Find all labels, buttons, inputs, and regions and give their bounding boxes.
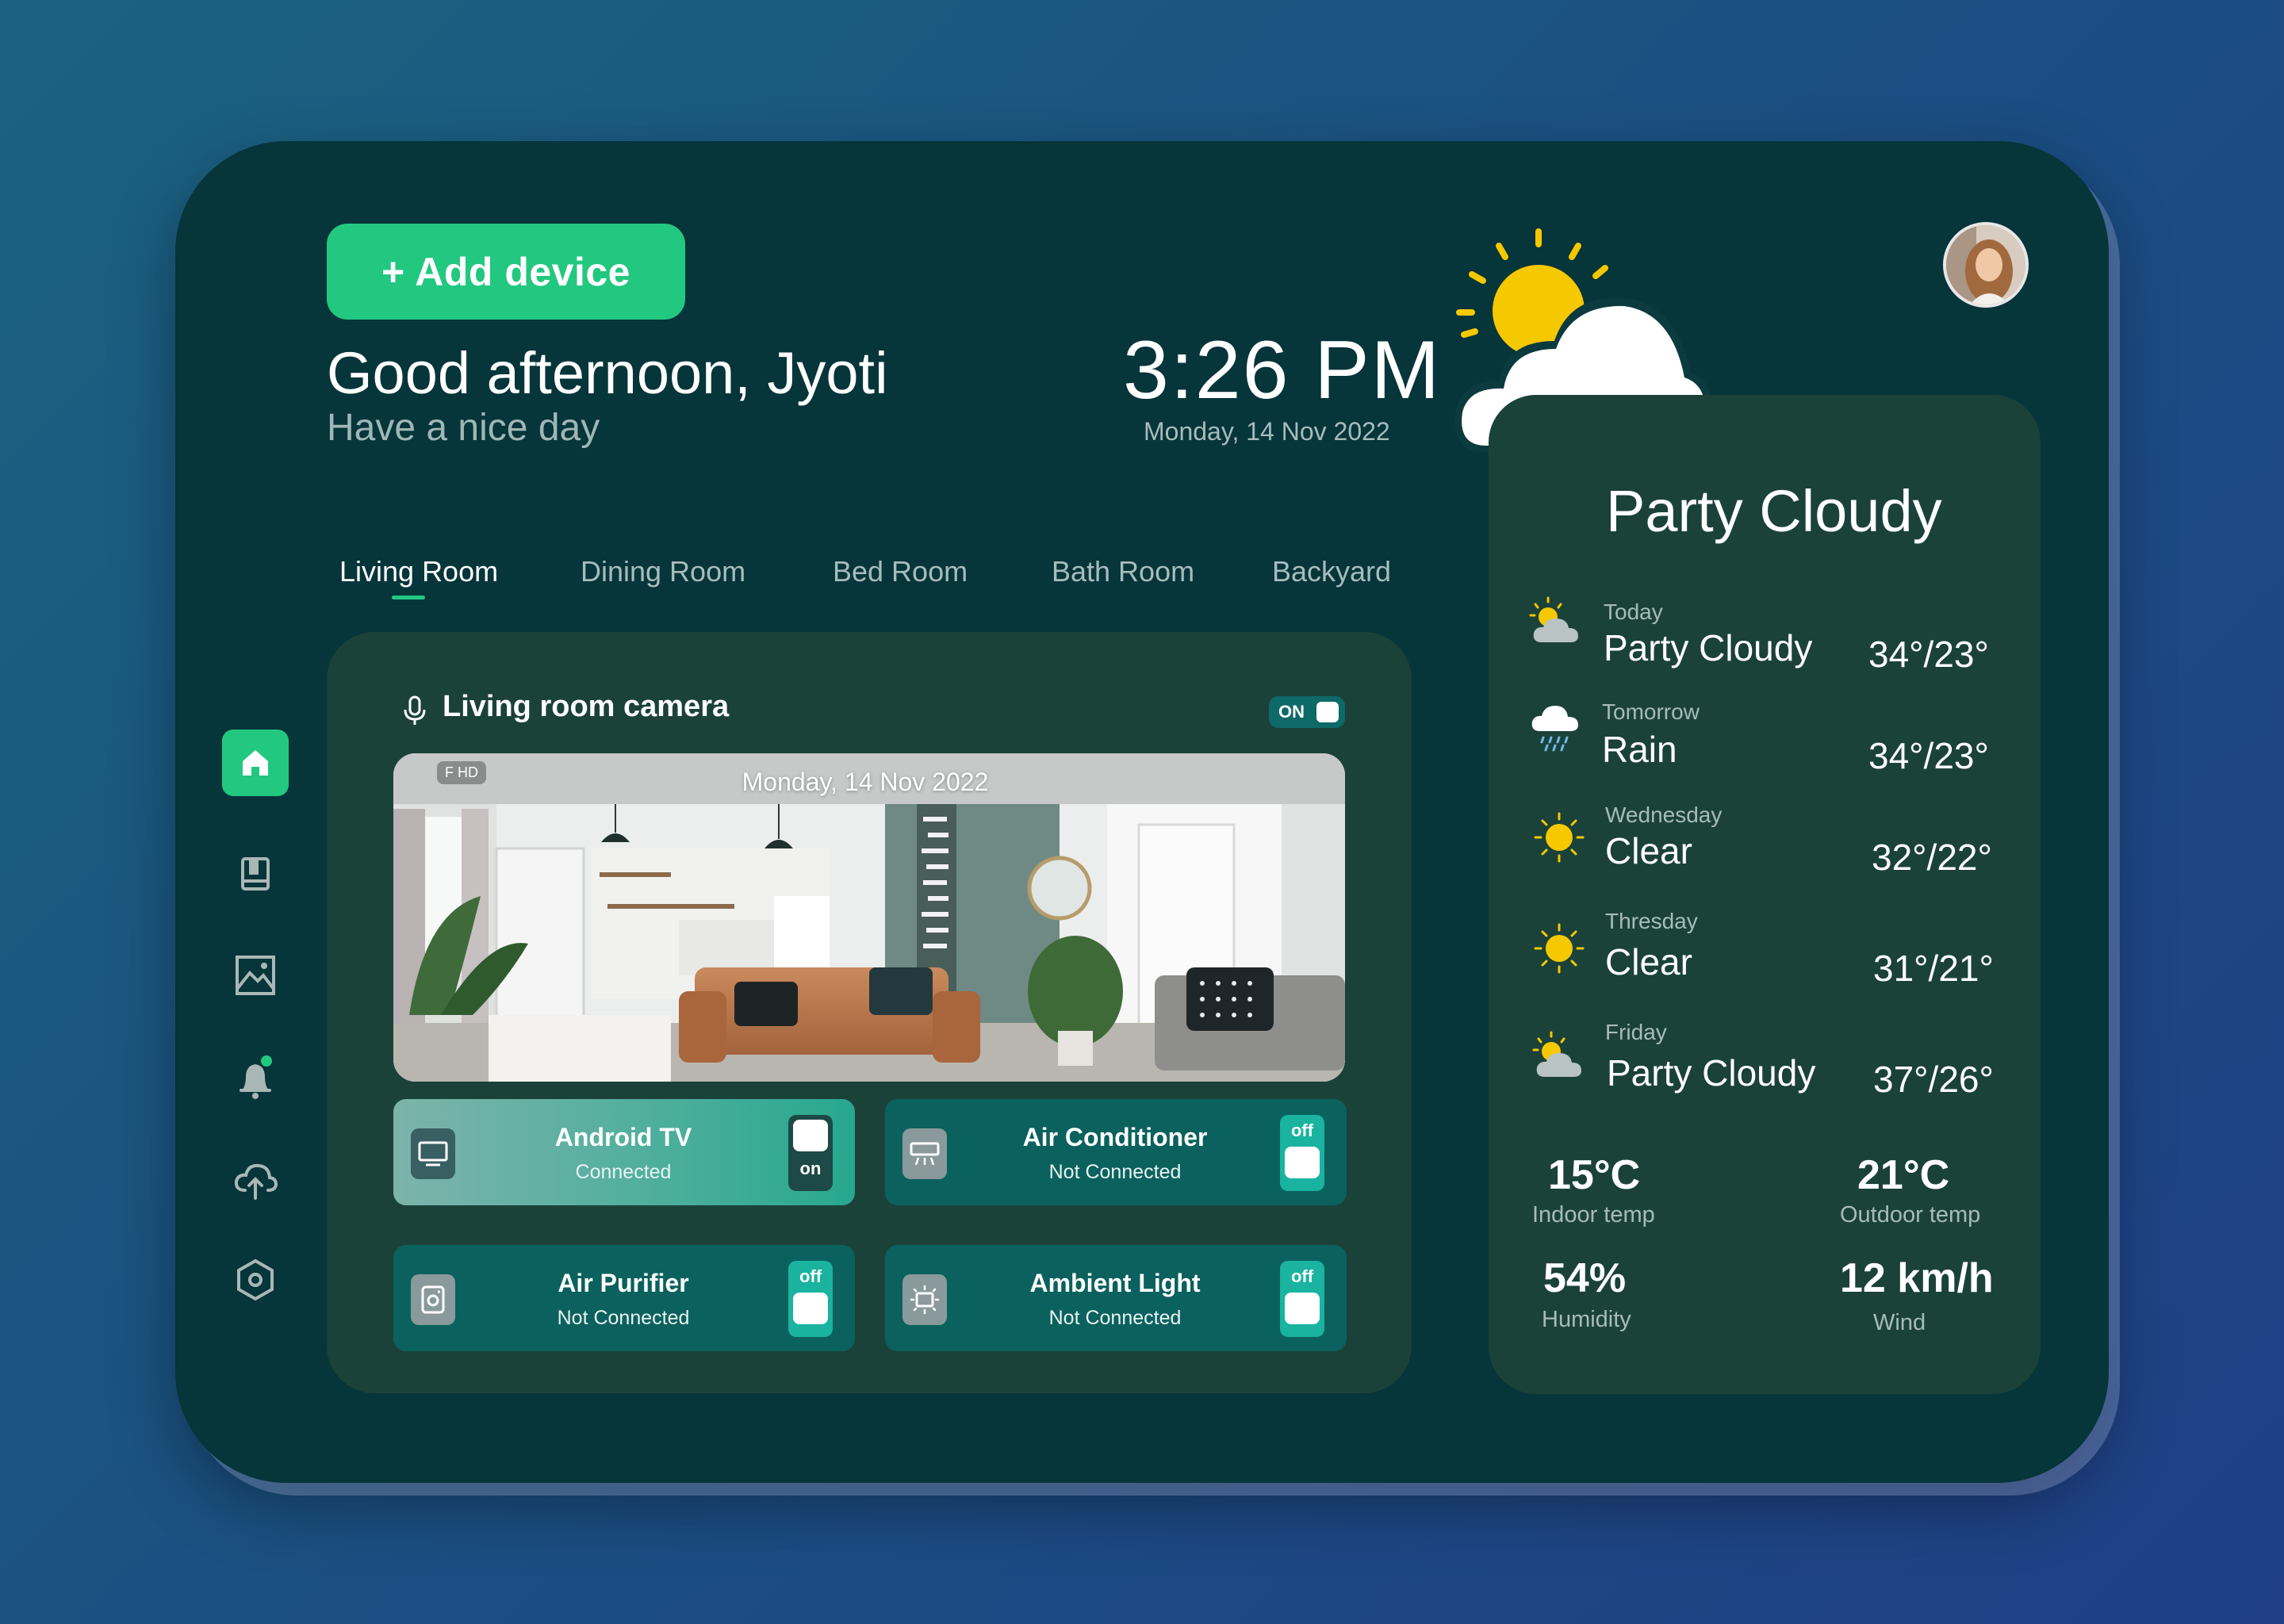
- sidebar-item-notifications[interactable]: [222, 1044, 289, 1110]
- add-device-button[interactable]: + Add device: [327, 224, 685, 320]
- forecast-day: Today: [1604, 599, 1663, 624]
- device-card-air-conditioner[interactable]: Air Conditioner Not Connected off: [885, 1099, 1347, 1205]
- tab-backyard[interactable]: Backyard: [1272, 555, 1391, 588]
- sidebar-item-settings[interactable]: [222, 1247, 289, 1313]
- switch-knob: [1285, 1147, 1320, 1178]
- forecast-condition: Clear: [1605, 830, 1692, 871]
- device-status: Not Connected: [557, 1307, 690, 1329]
- partly-cloudy-icon: [1532, 1031, 1581, 1077]
- weather-card: [1489, 395, 2041, 1394]
- outdoor-temp-value: 21°C: [1857, 1152, 1950, 1198]
- device-status: Connected: [575, 1161, 672, 1183]
- tab-living-room[interactable]: Living Room: [339, 555, 498, 588]
- switch-knob: [793, 1293, 828, 1324]
- camera-toggle-label: ON: [1278, 702, 1305, 722]
- device-card-ambient-light[interactable]: Ambient Light Not Connected off: [885, 1245, 1347, 1351]
- partly-cloudy-icon: [1529, 596, 1578, 642]
- clock-date: Monday, 14 Nov 2022: [1144, 417, 1390, 446]
- switch-label: off: [799, 1266, 822, 1286]
- sidebar-item-book[interactable]: [222, 841, 289, 907]
- forecast-temp: 32°/22°: [1872, 837, 1992, 878]
- device-name: Ambient Light: [1029, 1269, 1201, 1297]
- greeting-subtitle: Have a nice day: [327, 407, 600, 449]
- switch-label: off: [1290, 1120, 1314, 1140]
- switch-label: on: [799, 1159, 822, 1178]
- device-status: Not Connected: [1048, 1307, 1182, 1329]
- cloud-upload-icon: [234, 1163, 278, 1200]
- avatar[interactable]: [1943, 222, 2029, 308]
- tab-dining-room[interactable]: Dining Room: [581, 555, 745, 588]
- device-switch[interactable]: on: [788, 1115, 833, 1191]
- bell-icon: [240, 1055, 272, 1099]
- microphone-icon[interactable]: [401, 695, 428, 726]
- camera-title: Living room camera: [443, 690, 730, 723]
- sidebar-item-home[interactable]: [222, 730, 289, 796]
- humidity-label: Humidity: [1542, 1307, 1631, 1332]
- forecast-temp: 37°/26°: [1873, 1059, 1994, 1100]
- sun-icon: [1534, 812, 1585, 863]
- rain-icon: [1531, 706, 1578, 752]
- wind-value: 12 km/h: [1840, 1255, 1994, 1301]
- settings-hex-icon: [237, 1258, 274, 1301]
- clock-time: 3:26 PM: [1123, 324, 1442, 416]
- tab-bath-room[interactable]: Bath Room: [1052, 555, 1194, 588]
- device-name: Air Conditioner: [1022, 1123, 1208, 1151]
- switch-label: off: [1290, 1266, 1314, 1286]
- device-card-android-tv[interactable]: Android TV Connected on: [393, 1099, 855, 1205]
- home-icon: [243, 750, 268, 776]
- device-status: Not Connected: [1048, 1161, 1182, 1183]
- air-conditioner-icon: [902, 1128, 947, 1179]
- sun-icon: [1534, 923, 1585, 974]
- forecast-temp: 31°/21°: [1873, 948, 1994, 989]
- forecast-temp: 34°/23°: [1868, 634, 1989, 675]
- camera-overlay-date: Monday, 14 Nov 2022: [742, 768, 989, 796]
- book-icon: [241, 857, 270, 891]
- greeting-text: Good afternoon, Jyoti: [327, 340, 888, 406]
- camera-feed[interactable]: F HD Monday, 14 Nov 2022: [393, 753, 1345, 1082]
- image-icon: [236, 956, 275, 995]
- sidebar-item-gallery[interactable]: [222, 942, 289, 1009]
- tab-bed-room[interactable]: Bed Room: [833, 555, 968, 588]
- forecast-condition: Clear: [1605, 941, 1692, 982]
- indoor-temp-value: 15°C: [1548, 1152, 1641, 1198]
- forecast-condition: Party Cloudy: [1607, 1052, 1816, 1094]
- forecast-day: Tomorrow: [1602, 699, 1700, 724]
- device-name: Android TV: [554, 1123, 692, 1151]
- device-switch[interactable]: off: [1280, 1115, 1324, 1191]
- humidity-value: 54%: [1543, 1255, 1627, 1301]
- forecast-condition: Rain: [1602, 729, 1677, 770]
- forecast-condition: Party Cloudy: [1604, 627, 1813, 668]
- switch-knob: [1285, 1293, 1320, 1324]
- tv-icon: [411, 1128, 455, 1179]
- device-card-air-purifier[interactable]: Air Purifier Not Connected off: [393, 1245, 855, 1351]
- forecast-day: Thresday: [1605, 909, 1698, 933]
- device-switch[interactable]: off: [1280, 1261, 1324, 1337]
- active-tab-indicator: [392, 596, 425, 599]
- forecast-temp: 34°/23°: [1868, 735, 1989, 776]
- device-switch[interactable]: off: [788, 1261, 833, 1337]
- living-room-camera-image: [393, 753, 1345, 1082]
- sidebar-item-upload[interactable]: [222, 1147, 289, 1213]
- ambient-light-icon: [902, 1274, 947, 1325]
- forecast-day: Friday: [1605, 1020, 1667, 1044]
- switch-knob: [793, 1120, 828, 1151]
- user-photo-icon: [1946, 225, 2025, 304]
- indoor-temp-label: Indoor temp: [1532, 1202, 1655, 1228]
- outdoor-temp-label: Outdoor temp: [1840, 1202, 1981, 1228]
- camera-toggle-knob: [1316, 702, 1339, 722]
- weather-title: Party Cloudy: [1606, 478, 1942, 544]
- air-purifier-icon: [411, 1274, 455, 1325]
- forecast-day: Wednesday: [1605, 802, 1723, 827]
- camera-toggle[interactable]: ON: [1269, 696, 1345, 728]
- device-name: Air Purifier: [558, 1269, 689, 1297]
- wind-label: Wind: [1873, 1310, 1926, 1335]
